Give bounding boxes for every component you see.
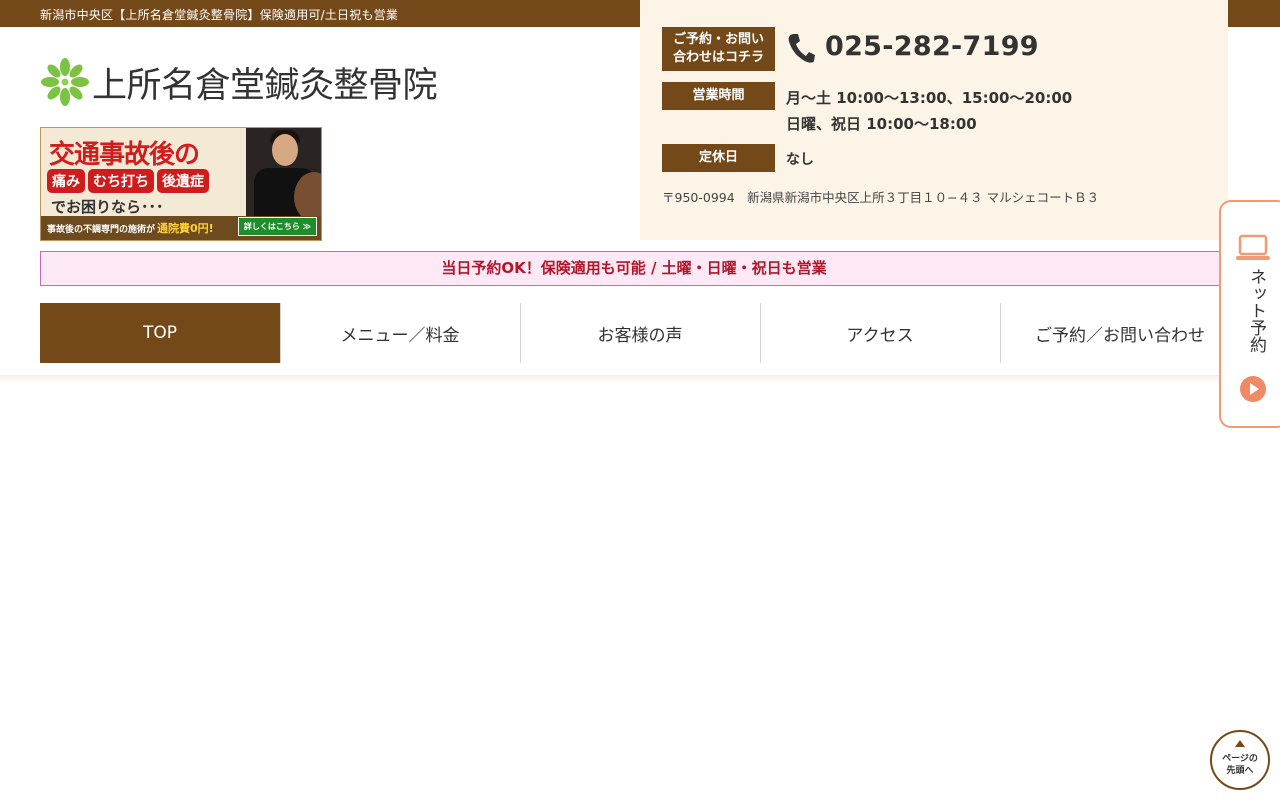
announcement-text: 当日予約OK！保険適用も可能 / 土曜・日曜・祝日も営業 (441, 259, 827, 277)
nav-item-access[interactable]: アクセス (760, 303, 1000, 363)
hours-holiday: 日曜、祝日 10:00〜18:00 (786, 115, 977, 133)
nav-label: アクセス (846, 325, 914, 346)
page-top-line: ページの (1222, 754, 1258, 764)
nav-item-reviews[interactable]: お客様の声 (520, 303, 760, 363)
nav-divider (760, 303, 761, 363)
contact-label: ご予約・お問い 合わせはコチラ (662, 27, 775, 71)
closed-days-label: 定休日 (662, 144, 775, 172)
address: 〒950-0994 新潟県新潟市中央区上所３丁目１０−４３ マルシェコートＢ３ (662, 190, 1100, 205)
practitioner-photo (246, 128, 321, 218)
nav-item-menu[interactable]: メニュー／料金 (280, 303, 520, 363)
closed-days-value: なし (786, 152, 814, 168)
page-top-line: 先頭へ (1226, 766, 1254, 776)
nav-label: ご予約／お問い合わせ (1035, 325, 1205, 346)
nav-label: メニュー／料金 (340, 325, 460, 346)
banner-tags: 痛み むち打ち 後遺症 (47, 169, 209, 193)
nav-item-top[interactable]: TOP (40, 303, 280, 363)
announcement-bar: 当日予約OK！保険適用も可能 / 土曜・日曜・祝日も営業 (40, 251, 1228, 286)
nav-shadow (0, 375, 1280, 383)
nav-label: お客様の声 (597, 325, 683, 346)
leaf-logo-icon (41, 58, 89, 106)
nav-divider (1000, 303, 1001, 363)
banner-subtitle: でお困りなら･･･ (51, 198, 164, 216)
arrow-up-icon (1235, 740, 1245, 747)
banner-tag: むち打ち (88, 169, 154, 193)
hours-weekday: 月〜土 10:00〜13:00、15:00〜20:00 (786, 89, 1073, 107)
nav-divider (520, 303, 521, 363)
banner-footer-text: 事故後の不調専門の施術が (47, 224, 156, 235)
banner-title: 交通事故後の (49, 140, 200, 170)
site-logo[interactable]: 上所名倉堂鍼灸整骨院 (40, 56, 438, 108)
laptop-icon (1236, 234, 1270, 260)
contact-label-line: ご予約・お問い (672, 32, 764, 47)
nav-item-contact[interactable]: ご予約／お問い合わせ (1000, 303, 1240, 363)
banner-tag: 痛み (47, 169, 85, 193)
phone-icon (788, 34, 815, 63)
site-name: 上所名倉堂鍼灸整骨院 (92, 65, 438, 106)
net-reservation-label: ネット予約 (1246, 268, 1266, 353)
contact-info-panel: ご予約・お問い 合わせはコチラ 025-282-7199 営業時間 月〜土 10… (640, 0, 1228, 240)
hours-label: 営業時間 (662, 82, 775, 110)
global-nav: TOP メニュー／料金 お客様の声 アクセス ご予約／お問い合わせ (40, 303, 1240, 363)
banner-free-text: 通院費0円! (157, 222, 214, 235)
banner-tag: 後遺症 (157, 169, 209, 193)
nav-divider (280, 303, 281, 363)
banner-details-button[interactable]: 詳しくはこちら ≫ (237, 217, 317, 236)
top-bar-text: 新潟市中央区【上所名倉堂鍼灸整骨院】保険適用可/土日祝も営業 (40, 8, 399, 22)
play-arrow-icon (1240, 376, 1266, 402)
page-top-label: ページの 先頭へ (1216, 753, 1264, 777)
phone-number-link[interactable]: 025-282-7199 (825, 31, 1039, 62)
page-top-button[interactable]: ページの 先頭へ (1210, 730, 1270, 790)
traffic-accident-banner[interactable]: 交通事故後の 痛み むち打ち 後遺症 でお困りなら･･･ 事故後の不調専門の施術… (40, 127, 322, 241)
net-reservation-tab[interactable]: ネット予約 (1219, 200, 1280, 428)
contact-label-line: 合わせはコチラ (672, 50, 764, 65)
